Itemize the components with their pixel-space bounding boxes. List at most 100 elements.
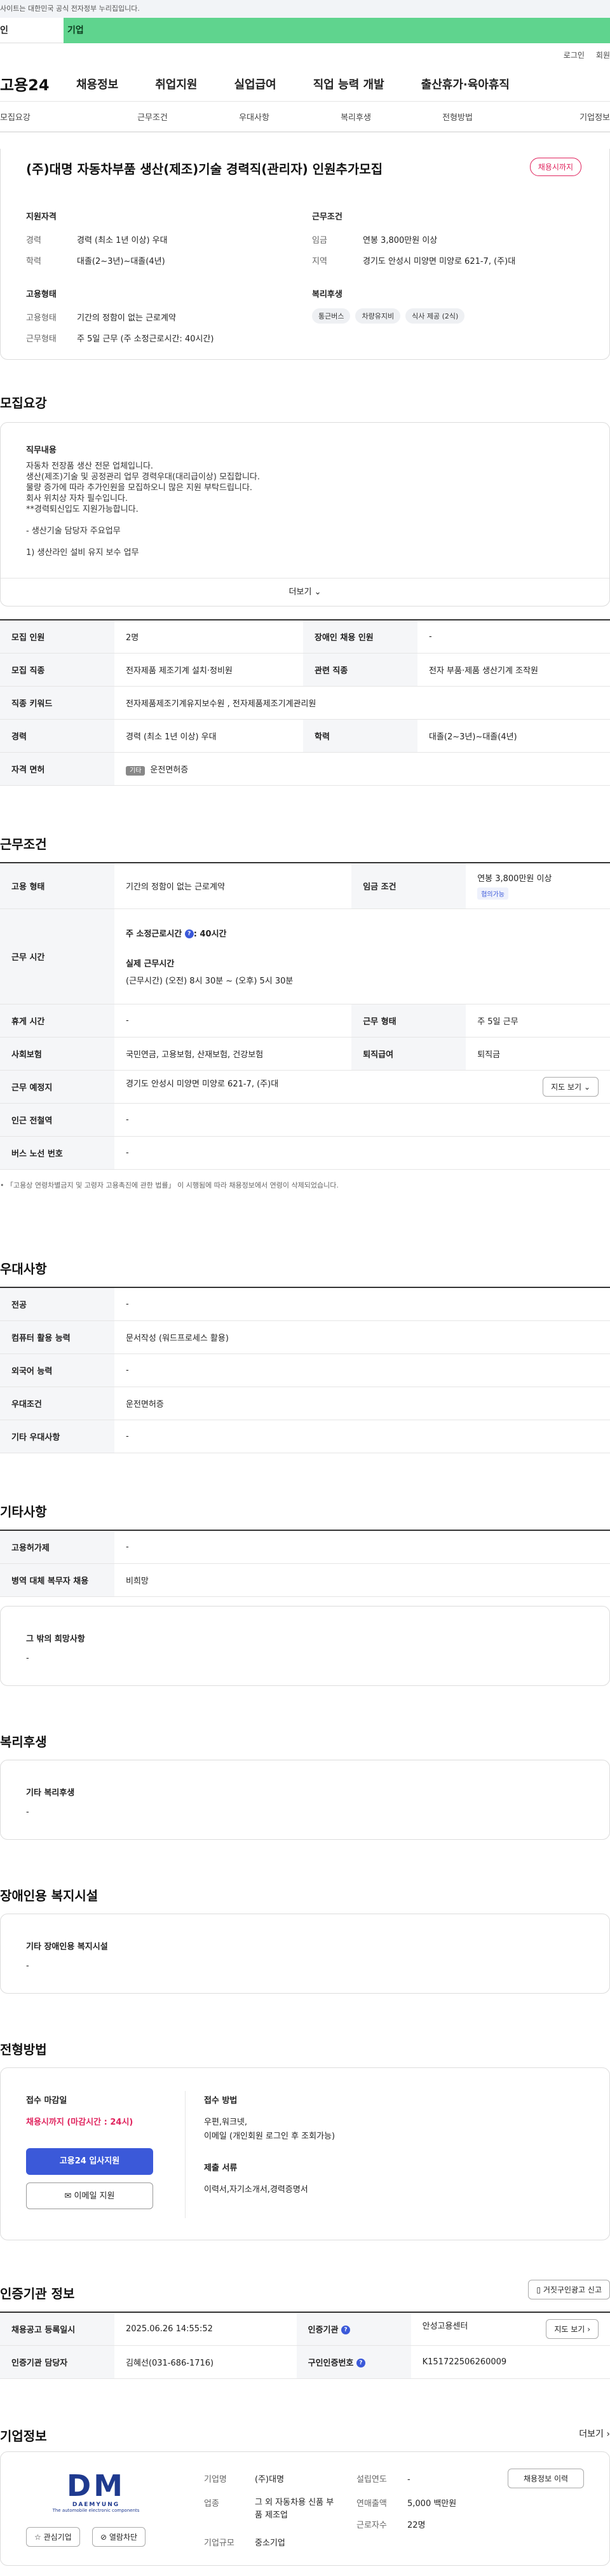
row-value: 2명 — [114, 620, 303, 654]
row-key: 장애인 채용 인원 — [302, 620, 417, 654]
docs-value: 이력서,자기소개서,경력증명서 — [204, 2185, 308, 2195]
company-name-row: 기업명 (주)대명 — [204, 2472, 284, 2484]
gov-notice-bar: 사이트는 대한민국 공식 전자정부 누리집입니다. — [0, 0, 610, 18]
row-value: 전자 부품·제품 생산기계 조작원 — [417, 653, 610, 687]
row-value: - — [114, 1530, 610, 1564]
id-label: 구인인증번호 — [308, 2358, 354, 2368]
signup-link[interactable]: 회원 — [596, 50, 610, 60]
recruit-heading: 모집요강 — [0, 395, 47, 411]
table-row: 인증기관 담당자 김혜선(031-686-1716) 구인인증번호 ? K151722… — [0, 2345, 610, 2379]
row-value: 기타 운전면허증 — [114, 752, 610, 786]
subnav-pref[interactable]: 우대사항 — [203, 111, 305, 123]
row-key: 근무 형태 — [351, 1004, 466, 1038]
wage-text: 연봉 3,800만원 이상 — [477, 874, 552, 884]
site-logo[interactable]: 고용24 — [0, 72, 76, 95]
row-key: 휴게 시간 — [0, 1004, 114, 1038]
apply-heading: 전형방법 — [0, 2042, 47, 2057]
email-apply-button[interactable]: ✉ 이메일 지원 — [26, 2182, 153, 2209]
job-desc-line: 물량 증가에 따라 추가인원을 모집하오니 많은 지원 부탁드립니다. — [26, 483, 252, 493]
info-icon[interactable]: ? — [341, 2326, 350, 2335]
company-sales-row: 연매출액 5,000 백만원 — [356, 2497, 456, 2509]
job-desc-card: 직무내용 자동차 전장품 생산 전문 업체입니다. 생산(제조)기술 및 공정관… — [0, 422, 610, 606]
subnav-welfare[interactable]: 복리후생 — [305, 111, 407, 123]
row-value: 퇴직금 — [466, 1037, 610, 1071]
row-value: 경기도 안성시 미양면 미양로 621-7, (주)대 지도 보기 ⌄ — [114, 1070, 610, 1104]
age-notice-text: 「고용상 연령차별금지 및 고령자 고용촉진에 관한 법률」 이 시행됨에 따라… — [6, 1181, 339, 1189]
row-value: 안성고용센터 지도 보기 › — [410, 2312, 610, 2346]
company-sales-value: 5,000 백만원 — [407, 2499, 457, 2509]
company-logo-mark: DM — [67, 2469, 125, 2503]
favorite-company-button[interactable]: ☆ 관심기업 — [26, 2527, 80, 2547]
block-label: 열람차단 — [109, 2533, 138, 2542]
subnav-work[interactable]: 근무조건 — [102, 111, 203, 123]
row-value: 주 5일 근무 — [466, 1004, 610, 1038]
welfare-summary-block: 복리후생 통근버스 차량유지비 식사 제공 (2식) — [312, 287, 592, 324]
row-value: - — [114, 1004, 352, 1038]
gnb-menu-jobs[interactable]: 채용정보 — [76, 76, 118, 92]
company-size-row: 기업규모 중소기업 — [204, 2536, 285, 2548]
qualification-heading: 지원자격 — [26, 212, 57, 222]
table-row: 우대조건 운전면허증 — [0, 1387, 610, 1420]
company-more-label: 더보기 — [579, 2429, 604, 2439]
table-row: 자격 면허 기타 운전면허증 — [0, 752, 610, 786]
company-more-link[interactable]: 더보기 › — [579, 2427, 610, 2440]
map-button[interactable]: 지도 보기 ⌄ — [543, 1076, 599, 1097]
table-row: 병역 대체 복무자 채용 비희망 — [0, 1563, 610, 1597]
disabled-label: 기타 장애인용 복지시설 — [26, 1942, 108, 1952]
row-key: 병역 대체 복무자 채용 — [0, 1563, 114, 1597]
job-history-button[interactable]: 채용정보 이력 — [508, 2469, 584, 2488]
row-value: 대졸(2~3년)~대졸(4년) — [417, 719, 610, 753]
subnav-company[interactable]: 기업정보 — [508, 111, 610, 123]
work-table-wrap: 고용 형태 기간의 정함이 없는 근로계약 임금 조건 연봉 3,800만원 이상 협의… — [0, 862, 610, 1190]
apply-button[interactable]: 고용24 입사지원 — [26, 2148, 153, 2175]
row-value: 운전면허증 — [114, 1387, 610, 1420]
row-value: 전자제품제조기계유지보수원 , 전자제품제조기계관리원 — [114, 686, 610, 720]
gnb-menu-training[interactable]: 직업 능력 개발 — [313, 76, 384, 92]
work-heading: 근무조건 — [0, 837, 47, 852]
login-link[interactable]: 로그인 — [564, 50, 585, 60]
info-icon[interactable]: ? — [184, 929, 194, 938]
block-view-button[interactable]: ⊘ 열람차단 — [92, 2527, 146, 2547]
row-value: 2025.06.26 14:55:52 — [114, 2312, 297, 2346]
qualification-block: 지원자격 경력 경력 (최소 1년 이상) 우대 학력 대졸(2~3년)~대졸(4년… — [26, 210, 280, 275]
info-icon[interactable]: ? — [356, 2359, 365, 2367]
company-founded-value: - — [407, 2475, 410, 2484]
row-value: 경력 (최소 1년 이상) 우대 — [114, 719, 303, 753]
subnav-apply[interactable]: 전형방법 — [407, 111, 508, 123]
row-value: 국민연금, 고용보험, 산재보험, 건강보험 — [114, 1037, 352, 1071]
agency-map-label: 지도 보기 — [554, 2324, 585, 2334]
gnb-menu-support[interactable]: 취업지원 — [155, 76, 197, 92]
hope-label: 그 밖의 희망사항 — [26, 1634, 85, 1644]
subnav-recruit[interactable]: 모집요강 — [0, 111, 102, 123]
row-key: 학력 — [302, 719, 417, 753]
welfare-chip-meal: 식사 제공 (2식) — [405, 308, 465, 324]
company-logo: DM DAEMYUNG The automobile electronic co… — [32, 2470, 159, 2514]
false-ad-report-button[interactable]: ▯ 거짓구인광고 신고 — [528, 2280, 610, 2299]
tab-individual[interactable]: 인 — [0, 18, 64, 43]
row-value: 주 소정근로시간 ?: 40시간 실제 근무시간 (근무시간) (오전) 8시 … — [114, 908, 610, 1004]
email-apply-label: 이메일 지원 — [74, 2191, 115, 2201]
more-button[interactable]: 더보기 ⌄ — [1, 578, 609, 606]
welfare-chip-bus: 통근버스 — [312, 308, 351, 324]
docs-label: 제출 서류 — [204, 2163, 238, 2173]
company-staff-value: 22명 — [407, 2521, 426, 2530]
job-desc-line: 회사 위치상 자차 필수입니다. — [26, 494, 128, 504]
welfare-label: 기타 복리후생 — [26, 1788, 75, 1798]
tab-corporate[interactable]: 기업 — [64, 18, 610, 43]
conditions-heading: 근무조건 — [312, 212, 342, 222]
row-value: K151722506260009 — [410, 2345, 610, 2379]
table-row: 고용허가제 - — [0, 1530, 610, 1564]
table-row: 전공 - — [0, 1287, 610, 1321]
place-value: 경기도 안성시 미양면 미양로 621-7, (주)대 — [126, 1079, 279, 1089]
row-key: 컴퓨터 활용 능력 — [0, 1320, 114, 1354]
job-desc-line: 자동차 전장품 생산 전문 업체입니다. — [26, 462, 154, 471]
gnb-menu-unemployment[interactable]: 실업급여 — [234, 76, 276, 92]
row-key: 관련 직종 — [302, 653, 417, 687]
gnb-menu-parental-leave[interactable]: 출산휴가·육아휴직 — [421, 76, 510, 92]
agency-map-button[interactable]: 지도 보기 › — [546, 2319, 599, 2339]
age-notice: • 「고용상 연령차별금지 및 고령자 고용촉진에 관한 법률」 이 시행됨에 … — [0, 1181, 339, 1189]
row-value: 김혜선(031-686-1716) — [114, 2345, 297, 2379]
summary-card: (주)대명 자동차부품 생산(제조)기술 경력직(관리자) 인원추가모집 채용시… — [0, 149, 610, 360]
job-desc-line — [26, 515, 260, 526]
chevron-down-icon: ⌄ — [314, 587, 322, 597]
